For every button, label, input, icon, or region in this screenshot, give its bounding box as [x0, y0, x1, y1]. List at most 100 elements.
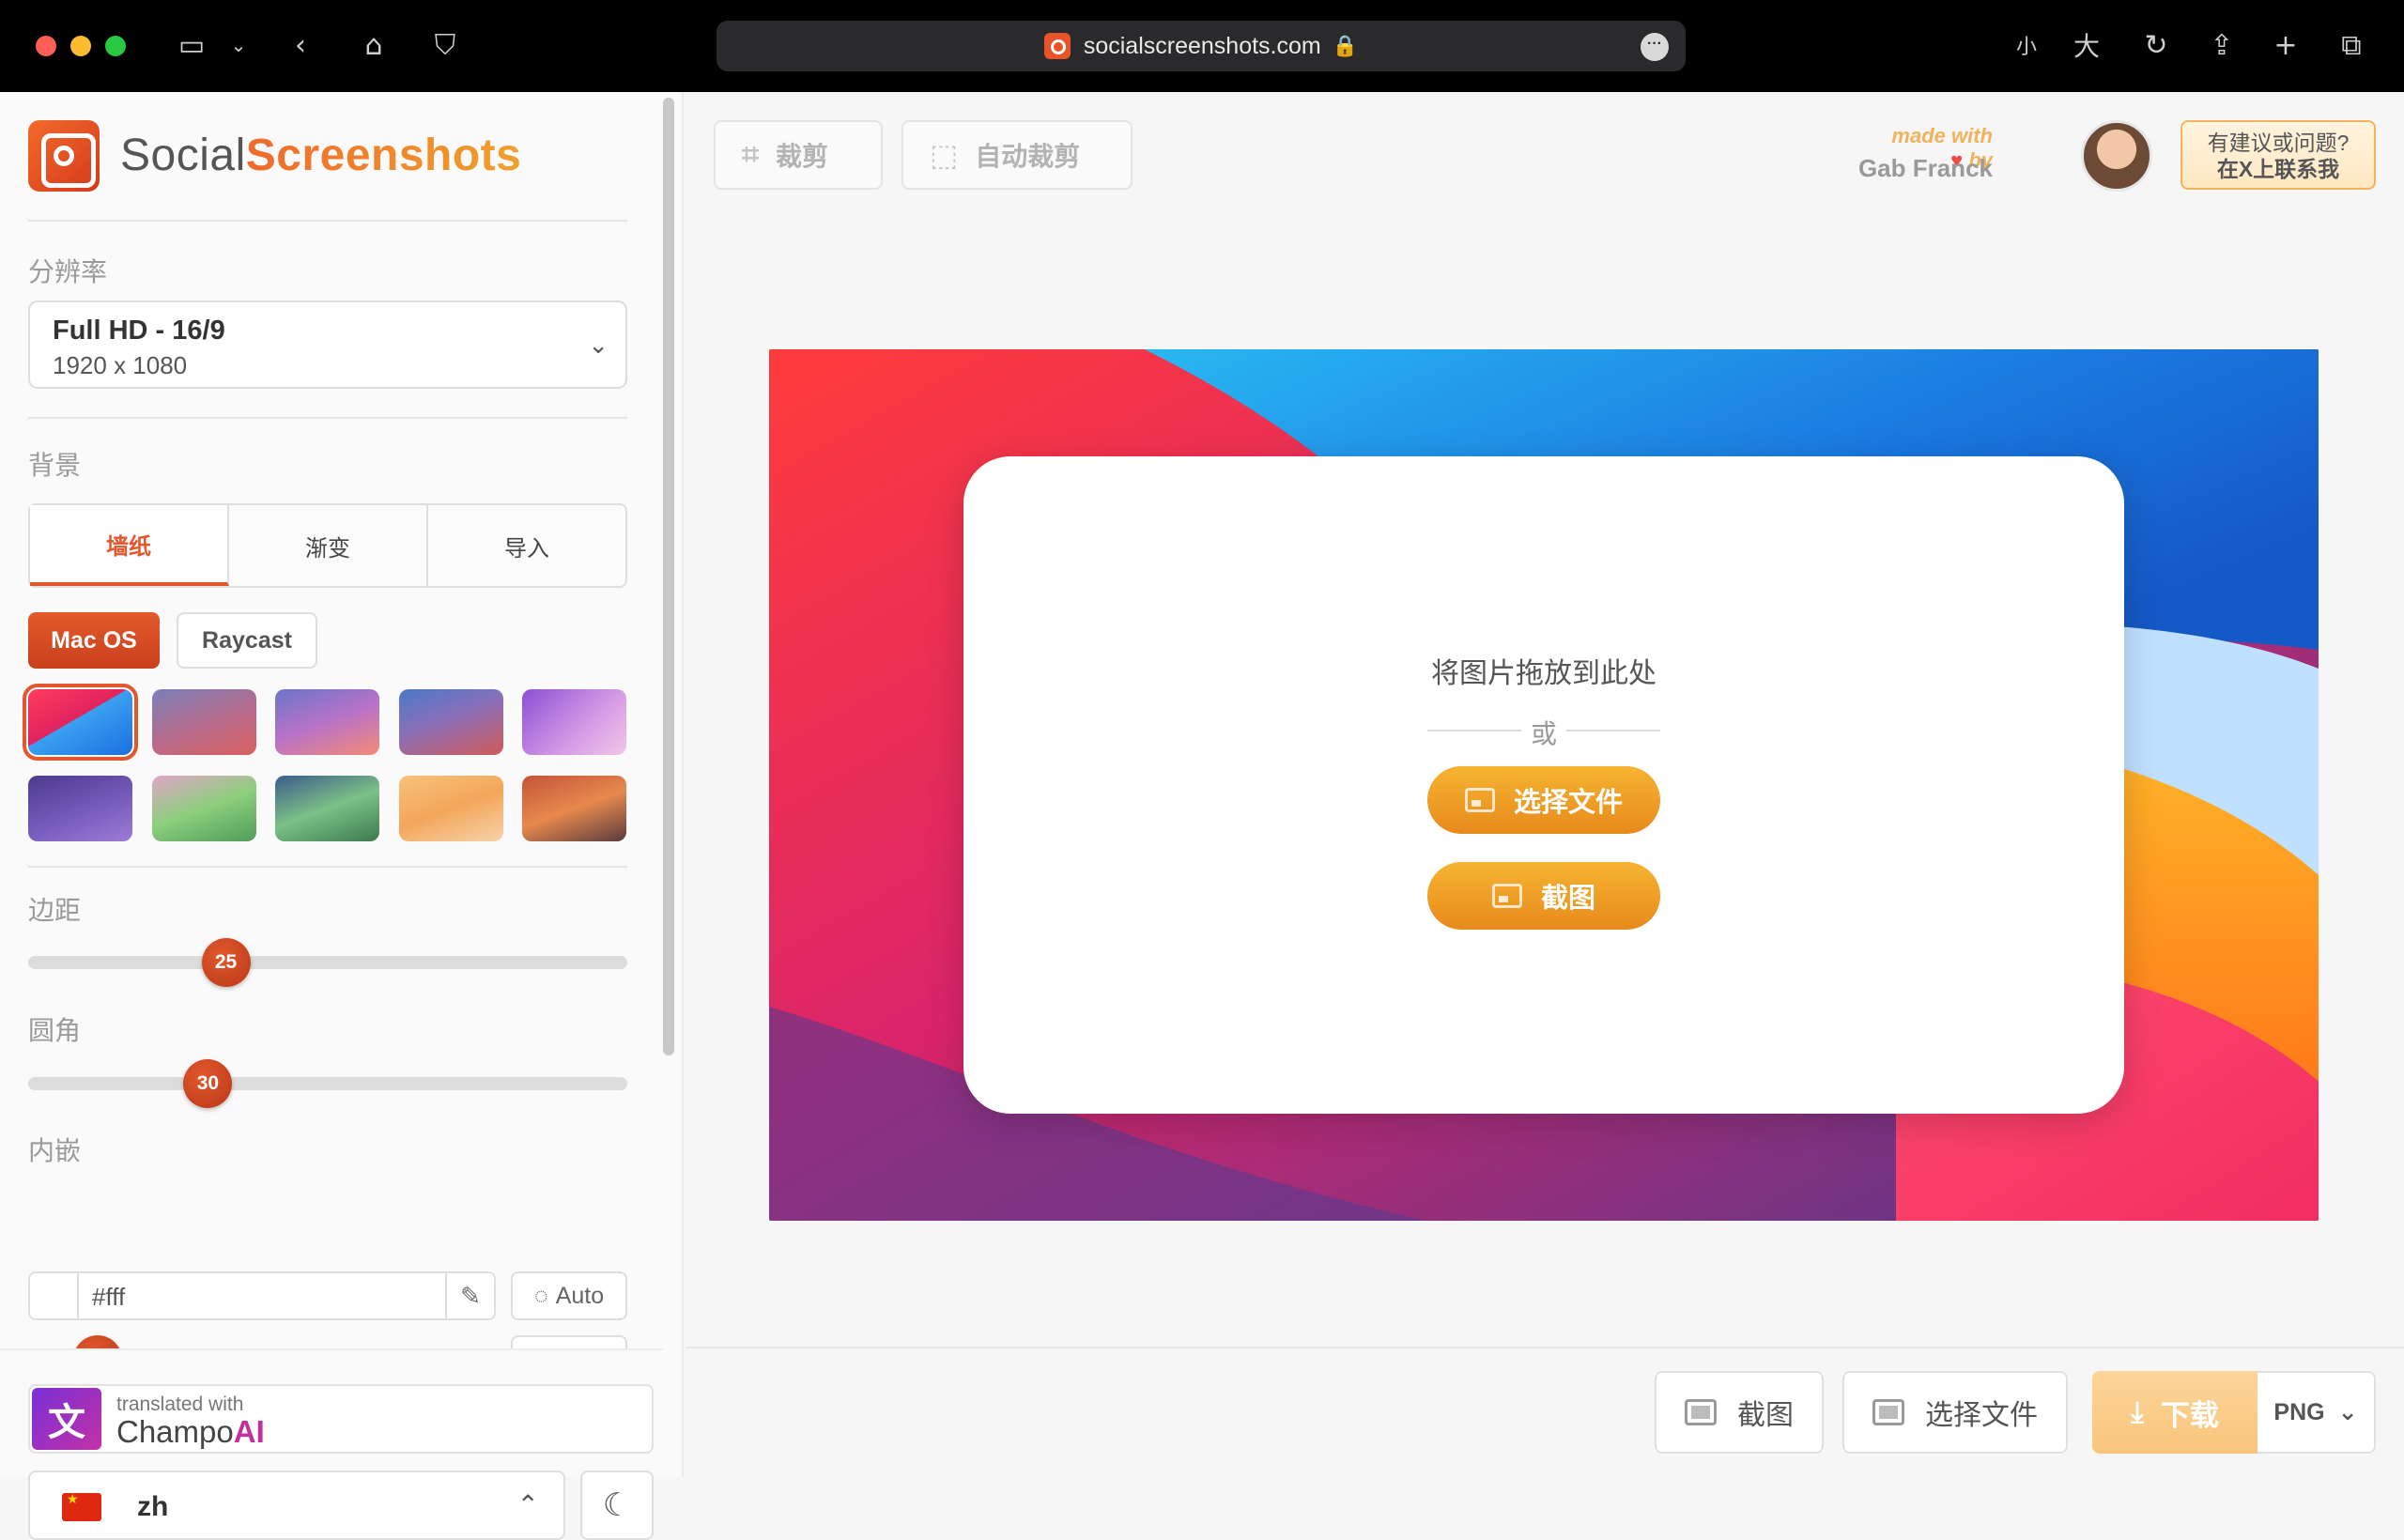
radius-slider-track[interactable]: [28, 1077, 627, 1090]
screenshot-label: 截图: [1540, 884, 1595, 914]
moon-icon: ☾: [602, 1487, 632, 1523]
feedback-line1: 有建议或问题?: [2207, 131, 2350, 155]
address-bar[interactable]: socialscreenshots.com 🔒 ···: [717, 21, 1686, 71]
bottom-choose-file-button[interactable]: 选择文件: [1842, 1371, 2068, 1454]
auto-crop-label: 自动裁剪: [975, 142, 1081, 171]
editor-area: ⌗ 裁剪 ⬚ 自动裁剪 made with ♥ by Gab Franck 有建…: [686, 92, 2404, 1477]
wallpaper-thumb[interactable]: [23, 684, 138, 761]
download-button[interactable]: ⤓ 下载: [2092, 1371, 2258, 1454]
color-swatch[interactable]: [30, 1273, 79, 1318]
radius-label: 圆角: [28, 1016, 82, 1045]
source-macos-button[interactable]: Mac OS: [28, 612, 160, 669]
zoom-window-button[interactable]: [105, 36, 126, 56]
share-icon[interactable]: ⇪: [2201, 24, 2242, 66]
wallpaper-thumb[interactable]: [152, 776, 256, 841]
padding-label: 边距: [28, 896, 82, 925]
resolution-title: Full HD - 16/9: [53, 316, 225, 346]
partial-button[interactable]: [511, 1335, 627, 1348]
divider: [28, 417, 627, 419]
site-favicon-icon: [1043, 33, 1071, 59]
wallpaper-thumb[interactable]: [399, 689, 503, 755]
resolution-label: 分辨率: [28, 257, 108, 286]
shield-icon[interactable]: ⛉: [424, 24, 466, 66]
inset-color-field[interactable]: #fff ✎: [28, 1271, 496, 1320]
resolution-size: 1920 x 1080: [53, 351, 188, 379]
auto-color-button[interactable]: ◌ Auto: [511, 1271, 627, 1320]
translate-icon: 文: [32, 1388, 101, 1450]
chevron-down-icon[interactable]: ⌄: [218, 24, 259, 66]
more-icon[interactable]: ···: [1641, 33, 1669, 61]
made-with-label: made with: [1891, 124, 1993, 147]
wallpaper-thumb[interactable]: [28, 776, 132, 841]
source-raycast-button[interactable]: Raycast: [177, 612, 317, 669]
china-flag-icon: [62, 1491, 101, 1521]
chevron-down-icon: ⌄: [588, 331, 609, 359]
background-label: 背景: [28, 451, 82, 480]
close-window-button[interactable]: [36, 36, 56, 56]
new-tab-icon[interactable]: +: [2265, 24, 2306, 66]
translator-name: ChampoAI: [116, 1414, 265, 1450]
divider: [28, 866, 627, 868]
wallpaper-thumb[interactable]: [522, 776, 626, 841]
slider-handle[interactable]: [73, 1335, 122, 1349]
author-name[interactable]: Gab Franck: [1831, 154, 1993, 183]
dropzone-card[interactable]: 将图片拖放到此处 或 选择文件 截图: [963, 456, 2124, 1114]
background-tabs: 墙纸 渐变 导入: [28, 503, 627, 588]
dark-mode-toggle[interactable]: ☾: [580, 1471, 654, 1540]
url-text: socialscreenshots.com: [1083, 32, 1321, 59]
brand-part1: Social: [120, 131, 246, 180]
wallpaper-thumb[interactable]: [275, 776, 379, 841]
minimize-window-button[interactable]: [70, 36, 91, 56]
tab-import[interactable]: 导入: [428, 505, 625, 586]
bottom-screenshot-label: 截图: [1737, 1400, 1794, 1431]
image-icon: [1872, 1399, 1904, 1425]
tab-overview-icon[interactable]: ⧉: [2331, 24, 2372, 66]
wallpaper-thumb[interactable]: [275, 689, 379, 755]
wallpaper-thumb[interactable]: [152, 689, 256, 755]
reload-icon[interactable]: ↻: [2135, 24, 2177, 66]
or-separator: 或: [1427, 717, 1660, 748]
padding-slider-track[interactable]: [28, 956, 627, 969]
bottom-action-bar: 截图 选择文件 ⤓ 下载 PNG ⌄: [686, 1347, 2404, 1477]
feedback-button[interactable]: 有建议或问题? 在X上联系我: [2181, 120, 2376, 190]
divider: [0, 1348, 663, 1350]
feedback-line2: 在X上联系我: [2216, 157, 2340, 181]
format-select[interactable]: PNG ⌄: [2258, 1371, 2376, 1454]
translator-name-part1: Champo: [116, 1414, 234, 1449]
eyedropper-icon[interactable]: ✎: [445, 1273, 494, 1318]
text-smaller-button[interactable]: 小: [2006, 24, 2047, 66]
palette-icon: ◌: [533, 1282, 548, 1309]
chevron-down-icon: ⌄: [2337, 1399, 2358, 1425]
sidebar-scrollbar[interactable]: [663, 98, 674, 1055]
crop-icon: ⌗: [742, 137, 760, 171]
inset-color-value[interactable]: #fff: [92, 1283, 125, 1312]
wallpaper-thumb[interactable]: [399, 776, 503, 841]
home-icon[interactable]: ⌂: [353, 24, 394, 66]
auto-crop-button[interactable]: ⬚ 自动裁剪: [902, 120, 1133, 190]
brand-part2: Screenshots: [245, 131, 522, 180]
screenshot-icon: [1685, 1399, 1717, 1425]
translator-badge[interactable]: 文 translated with ChampoAI: [28, 1384, 654, 1454]
avatar[interactable]: [2081, 120, 2152, 192]
radius-slider-handle[interactable]: 30: [183, 1059, 233, 1108]
lock-icon: 🔒: [1332, 34, 1359, 57]
tab-wallpaper[interactable]: 墙纸: [30, 505, 229, 586]
choose-file-label: 选择文件: [1513, 788, 1623, 818]
crop-button[interactable]: ⌗ 裁剪: [714, 120, 883, 190]
choose-file-button[interactable]: 选择文件: [1427, 766, 1660, 834]
resolution-select[interactable]: Full HD - 16/9 1920 x 1080 ⌄: [28, 300, 627, 389]
sidebar-toggle-icon[interactable]: ▭: [171, 24, 212, 66]
text-larger-button[interactable]: 大: [2066, 24, 2107, 66]
format-value: PNG: [2273, 1398, 2325, 1425]
download-icon: ⤓: [2131, 1394, 2144, 1428]
bottom-screenshot-button[interactable]: 截图: [1655, 1371, 1824, 1454]
bottom-choose-file-label: 选择文件: [1925, 1400, 2038, 1431]
image-icon: [1464, 788, 1495, 812]
crop-label: 裁剪: [776, 142, 829, 171]
tab-gradient[interactable]: 渐变: [229, 505, 428, 586]
wallpaper-thumb[interactable]: [522, 689, 626, 755]
back-icon[interactable]: ‹: [280, 24, 321, 66]
language-select[interactable]: zh ⌃: [28, 1471, 565, 1540]
screenshot-button[interactable]: 截图: [1427, 862, 1660, 930]
padding-slider-handle[interactable]: 25: [201, 938, 251, 987]
